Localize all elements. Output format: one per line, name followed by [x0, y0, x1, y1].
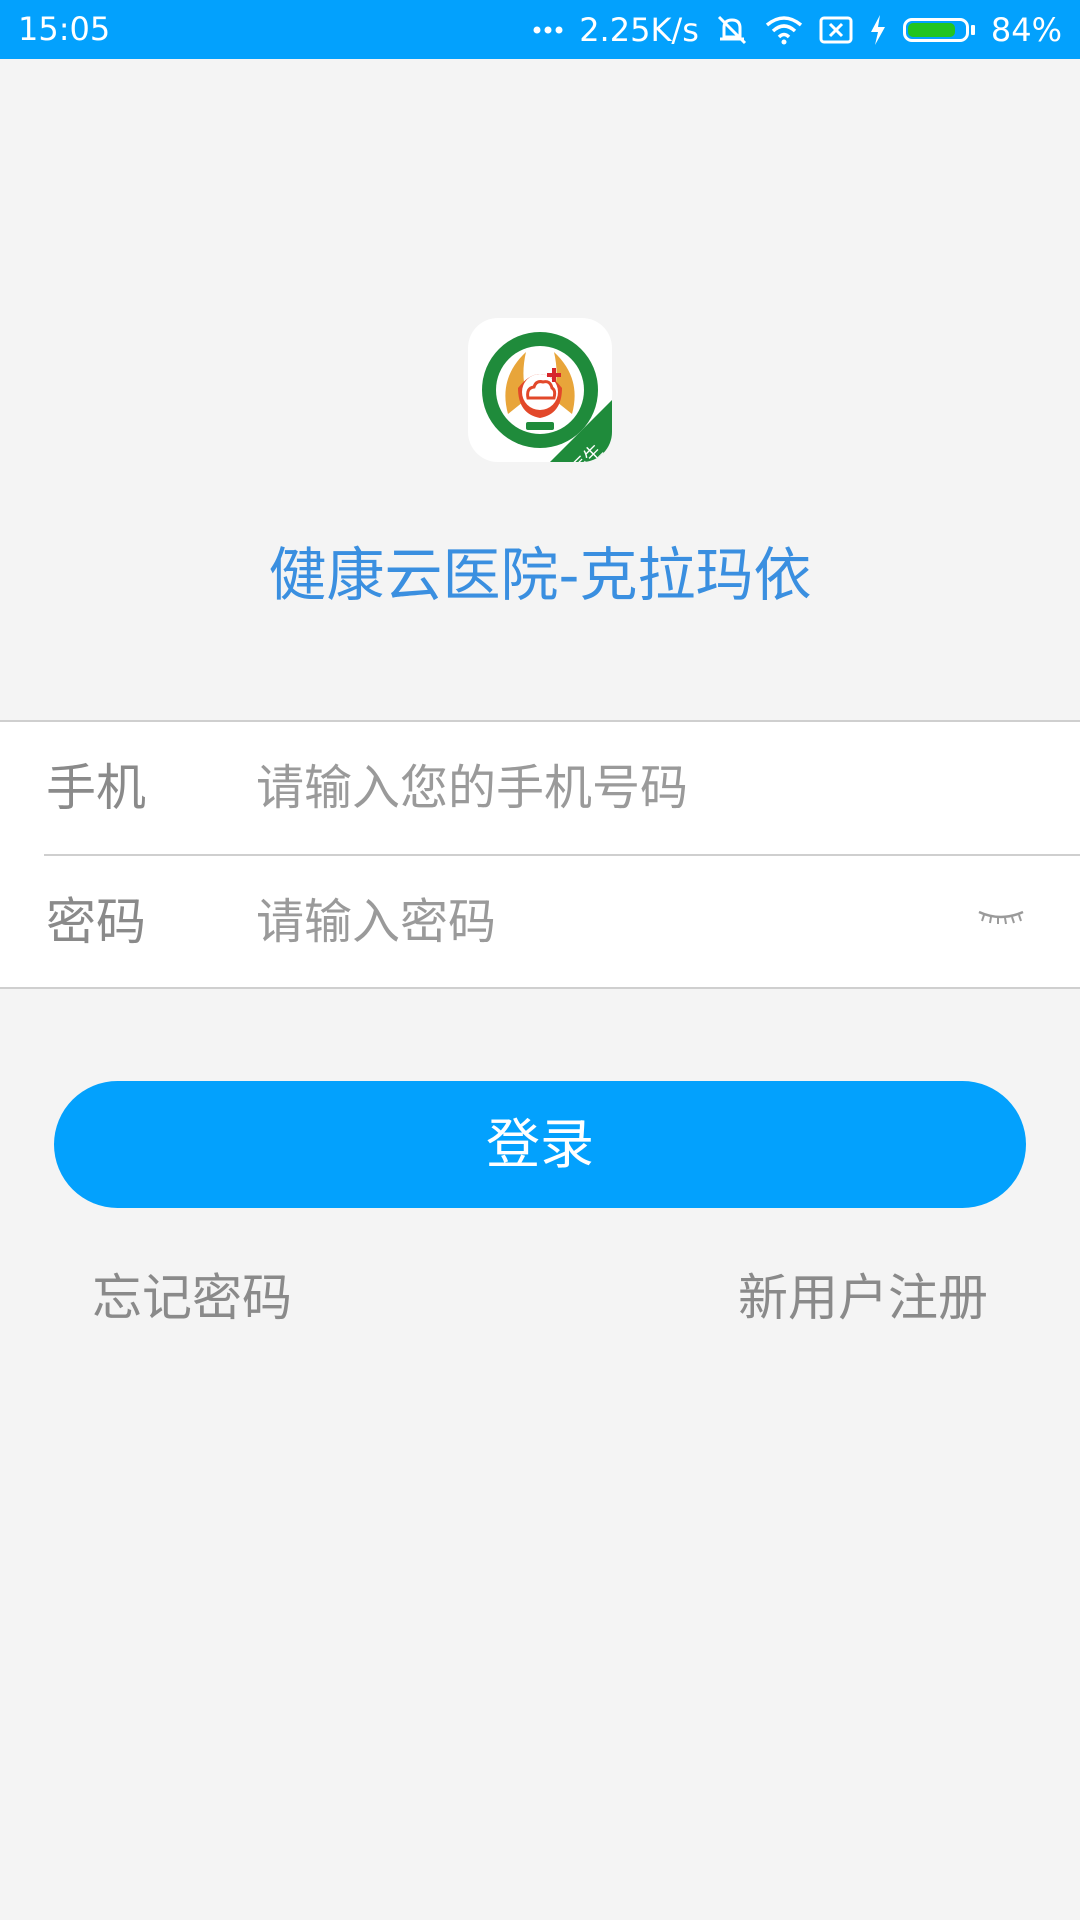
more-dots-icon	[533, 26, 563, 33]
status-bar: 15:05 2.25K/s 84%	[0, 0, 1080, 59]
mute-vibrate-icon	[717, 15, 746, 44]
network-speed: 2.25K/s	[579, 10, 699, 49]
register-link[interactable]: 新用户注册	[738, 1258, 988, 1330]
app-title: 健康云医院-克拉玛依	[268, 541, 812, 609]
forgot-password-link[interactable]: 忘记密码	[92, 1258, 292, 1330]
eye-closed-icon[interactable]	[976, 904, 1026, 934]
phone-input[interactable]	[256, 748, 956, 828]
status-icons: 2.25K/s 84%	[533, 0, 1062, 59]
phone-label: 手机	[46, 759, 146, 817]
login-form: 手机 密码	[0, 720, 1080, 989]
status-time: 15:05	[18, 10, 111, 48]
no-sim-icon	[819, 16, 853, 43]
phone-row: 手机	[0, 722, 1080, 854]
wifi-icon	[765, 15, 802, 44]
password-row: 密码	[0, 856, 1080, 988]
password-label: 密码	[46, 893, 146, 951]
app-logo: 医生	[468, 318, 612, 462]
battery-percent: 84%	[990, 10, 1062, 49]
password-input[interactable]	[256, 882, 956, 962]
charging-icon	[870, 14, 885, 45]
battery-icon	[902, 17, 975, 42]
login-button[interactable]: 登录	[54, 1081, 1026, 1208]
